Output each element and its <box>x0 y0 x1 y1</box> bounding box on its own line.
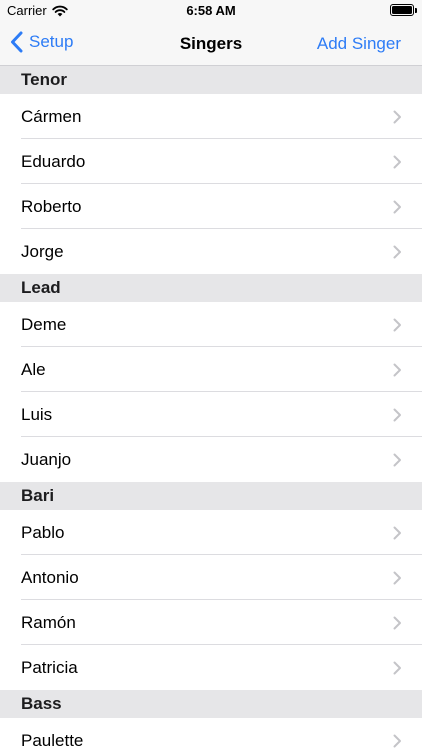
singer-name: Antonio <box>21 568 79 587</box>
singer-row[interactable]: Paulette <box>0 718 422 750</box>
singer-name: Patricia <box>21 658 78 677</box>
singer-name: Paulette <box>21 731 84 750</box>
chevron-right-icon <box>393 526 401 540</box>
singer-row[interactable]: Juanjo <box>0 437 422 482</box>
section-header: Bass <box>0 690 422 718</box>
section-header: Bari <box>0 482 422 510</box>
singer-list: Tenor Cármen Eduardo Roberto Jorge Lead Deme Al… <box>0 66 422 750</box>
chevron-right-icon <box>393 155 401 169</box>
battery-level <box>392 6 412 14</box>
chevron-right-icon <box>393 363 401 377</box>
singer-row[interactable]: Cármen <box>0 94 422 139</box>
singer-name: Pablo <box>21 523 65 542</box>
chevron-right-icon <box>393 318 401 332</box>
chevron-right-icon <box>393 734 401 748</box>
chevron-right-icon <box>393 661 401 675</box>
singer-name: Jorge <box>21 242 64 261</box>
section-header: Tenor <box>0 66 422 94</box>
singer-row[interactable]: Patricia <box>0 645 422 690</box>
singer-row[interactable]: Eduardo <box>0 139 422 184</box>
singer-row[interactable]: Jorge <box>0 229 422 274</box>
status-time: 6:58 AM <box>186 3 236 18</box>
chevron-right-icon <box>393 571 401 585</box>
chevron-right-icon <box>393 245 401 259</box>
singer-name: Eduardo <box>21 152 86 171</box>
chevron-right-icon <box>393 453 401 467</box>
singer-row[interactable]: Deme <box>0 302 422 347</box>
singer-row[interactable]: Ramón <box>0 600 422 645</box>
singer-row[interactable]: Roberto <box>0 184 422 229</box>
singer-name: Roberto <box>21 197 82 216</box>
singer-row[interactable]: Ale <box>0 347 422 392</box>
singer-row[interactable]: Antonio <box>0 555 422 600</box>
singer-row[interactable]: Pablo <box>0 510 422 555</box>
singer-name: Juanjo <box>21 450 72 469</box>
chevron-right-icon <box>393 110 401 124</box>
singer-name: Ramón <box>21 613 76 632</box>
singer-name: Cármen <box>21 107 82 126</box>
status-bar: Carrier 6:58 AM <box>0 0 422 22</box>
singer-name: Deme <box>21 315 67 334</box>
singer-row[interactable]: Luis <box>0 392 422 437</box>
add-singer-button[interactable]: Add Singer <box>317 34 401 54</box>
chevron-right-icon <box>393 616 401 630</box>
singer-name: Ale <box>21 360 46 379</box>
battery-icon <box>390 4 417 16</box>
singer-name: Luis <box>21 405 53 424</box>
section-header: Lead <box>0 274 422 302</box>
chevron-right-icon <box>393 408 401 422</box>
chevron-right-icon <box>393 200 401 214</box>
navigation-bar: Setup Singers Add Singer <box>0 22 422 66</box>
